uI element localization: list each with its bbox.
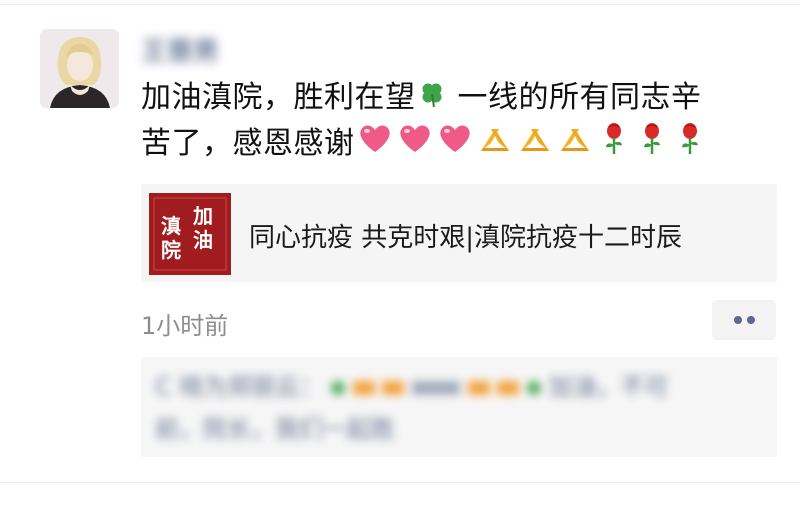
avatar[interactable] [40,29,119,108]
clover-icon [526,381,541,395]
comment-line-1[interactable]: C 晓为郑丽云： 加油，不可 [155,371,669,403]
rose-icon [597,121,631,168]
fire-icon [352,381,375,395]
heart-icon [397,122,433,167]
thumb-char: 加 [193,204,213,228]
post-text: 加油滇院，胜利在望 一线的所有同志辛 苦了，感恩感谢 [141,76,781,168]
more-options-button[interactable] [712,300,776,340]
post-text-part-2: 一线的所有同志辛 [457,80,702,115]
dot-icon [734,316,742,324]
post-text-part-1: 加油滇院，胜利在望 [141,80,416,115]
comment-line-2[interactable]: 前，院长，我们一起胜 [155,413,395,445]
link-thumbnail: 滇 加 院 油 [149,193,231,275]
blurred-text [411,381,460,395]
heart-icon [437,122,473,167]
heart-icon [357,122,393,167]
folded-hands-icon [477,122,513,166]
link-title: 同心抗疫 共克时艰|滇院抗疫十二时辰 [249,223,683,253]
thumb-char: 滇 [161,214,181,238]
fire-icon [382,381,405,395]
fire-icon [497,381,520,395]
folded-hands-icon [517,122,553,166]
rose-icon [673,121,707,168]
thumb-char: 院 [161,238,181,262]
top-divider [0,4,800,5]
clover-icon [331,381,346,395]
post-text-part-3: 苦了，感恩感谢 [141,125,355,161]
thumb-char: 油 [193,228,213,252]
clover-icon [418,77,446,121]
dot-icon [747,316,755,324]
comment-text: C 晓为郑丽云： [155,373,324,401]
author-name[interactable]: 王晋男 [141,36,241,68]
comment-text: 加油，不可 [548,373,669,401]
post-time: 1小时前 [141,312,229,340]
fire-icon [467,381,490,395]
comment-section: C 晓为郑丽云： 加油，不可 前，院长，我们一起胜 [141,357,777,457]
rose-icon [635,121,669,168]
bottom-divider [0,482,800,483]
shared-link-card[interactable]: 滇 加 院 油 同心抗疫 共克时艰|滇院抗疫十二时辰 [141,184,777,282]
folded-hands-icon [557,122,593,166]
